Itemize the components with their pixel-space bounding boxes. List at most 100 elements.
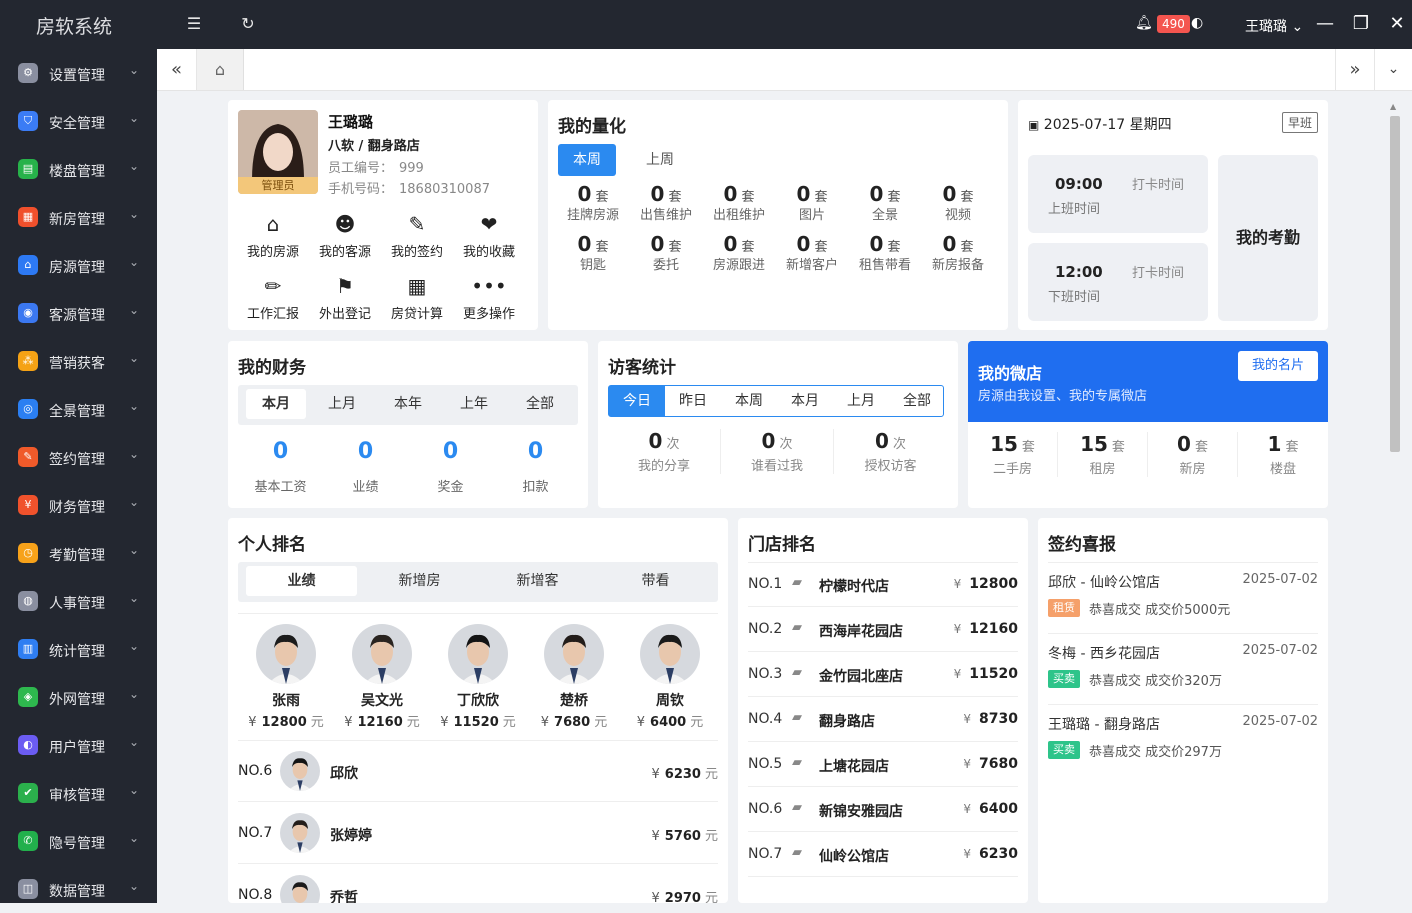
theme-icon[interactable]: ◐ bbox=[1191, 15, 1203, 31]
shop-stat[interactable]: 1 套楼盘 bbox=[1238, 432, 1328, 477]
quant-stat[interactable]: 0 套新增客户 bbox=[777, 232, 847, 273]
notify-badge[interactable]: 490 bbox=[1157, 15, 1190, 33]
sidebar-item[interactable]: ▦ 新房管理 ⌄ bbox=[0, 193, 157, 241]
my-favorites-button[interactable]: ❤ 我的收藏 bbox=[454, 212, 524, 260]
visitor-stat[interactable]: 0 次我的分享 bbox=[608, 429, 721, 474]
quant-stat[interactable]: 0 套房源跟进 bbox=[704, 232, 774, 273]
sidebar-item[interactable]: ◍ 人事管理 ⌄ bbox=[0, 577, 157, 625]
signing-item[interactable]: 邱欣 - 仙岭公馆店 2025-07-02 租赁 恭喜成交 成交价5000元 bbox=[1048, 562, 1318, 633]
quant-stat[interactable]: 0 套出售维护 bbox=[631, 182, 701, 223]
clock-in-box[interactable]: 09:00 上班时间 打卡时间 bbox=[1028, 155, 1208, 233]
my-contracts-button[interactable]: ✎ 我的签约 bbox=[382, 212, 452, 260]
sidebar-item[interactable]: ⌂ 房源管理 ⌄ bbox=[0, 241, 157, 289]
avatar[interactable] bbox=[640, 624, 700, 684]
sidebar-item[interactable]: ◈ 外网管理 ⌄ bbox=[0, 673, 157, 721]
my-attendance-button[interactable]: 我的考勤 bbox=[1218, 155, 1318, 321]
visitor-tab[interactable]: 本周 bbox=[721, 386, 777, 416]
quant-stat[interactable]: 0 套新房报备 bbox=[923, 232, 993, 273]
visitor-tab[interactable]: 今日 bbox=[609, 386, 665, 416]
work-report-button[interactable]: ✏ 工作汇报 bbox=[238, 274, 308, 322]
quant-stat[interactable]: 0 套挂牌房源 bbox=[558, 182, 628, 223]
shop-stat[interactable]: 15 套二手房 bbox=[968, 432, 1058, 477]
tab-this-week[interactable]: 本周 bbox=[558, 144, 616, 176]
tab-menu-chevron-icon[interactable]: ⌄ bbox=[1375, 49, 1412, 90]
finance-tab[interactable]: 上年 bbox=[444, 389, 504, 419]
finance-tab[interactable]: 本年 bbox=[378, 389, 438, 419]
clock-out-box[interactable]: 12:00 下班时间 打卡时间 bbox=[1028, 243, 1208, 321]
shop-stat[interactable]: 15 套租房 bbox=[1058, 432, 1148, 477]
my-listings-button[interactable]: ⌂ 我的房源 bbox=[238, 212, 308, 260]
sidebar-item[interactable]: ▥ 统计管理 ⌄ bbox=[0, 625, 157, 673]
scroll-right-icon[interactable]: » bbox=[1335, 49, 1375, 90]
quant-stat[interactable]: 0 套钥匙 bbox=[558, 232, 628, 273]
sidebar-item[interactable]: ✎ 签约管理 ⌄ bbox=[0, 433, 157, 481]
maximize-icon[interactable]: ❐ bbox=[1350, 13, 1372, 35]
visitor-tab[interactable]: 昨日 bbox=[665, 386, 721, 416]
store-row[interactable]: NO.1 ▰ 柠檬时代店 ¥12800 bbox=[748, 562, 1018, 607]
rank-tab[interactable]: 新增客 bbox=[482, 566, 593, 596]
signing-item[interactable]: 冬梅 - 西乡花园店 2025-07-02 买卖 恭喜成交 成交价320万 bbox=[1048, 633, 1318, 704]
scrollbar[interactable]: ▲ bbox=[1386, 100, 1404, 903]
rank-row[interactable]: NO.6 邱欣 ¥6230 元 bbox=[238, 740, 718, 802]
sidebar-item[interactable]: ⁂ 营销获客 ⌄ bbox=[0, 337, 157, 385]
sidebar-item[interactable]: ◫ 数据管理 ⌄ bbox=[0, 865, 157, 913]
rank-row[interactable]: NO.7 张婷婷 ¥5760 元 bbox=[238, 802, 718, 864]
store-row[interactable]: NO.4 ▰ 翻身路店 ¥8730 bbox=[748, 697, 1018, 742]
minimize-icon[interactable]: — bbox=[1314, 13, 1336, 35]
rank-tab[interactable]: 业绩 bbox=[246, 566, 357, 596]
finance-tab[interactable]: 全部 bbox=[510, 389, 570, 419]
visitor-tab[interactable]: 本月 bbox=[777, 386, 833, 416]
avatar[interactable] bbox=[256, 624, 316, 684]
finance-tab[interactable]: 上月 bbox=[312, 389, 372, 419]
rank-tab[interactable]: 带看 bbox=[600, 566, 711, 596]
sidebar-item[interactable]: ¥ 财务管理 ⌄ bbox=[0, 481, 157, 529]
store-row[interactable]: NO.6 ▰ 新锦安雅园店 ¥6400 bbox=[748, 787, 1018, 832]
sidebar-item[interactable]: ✆ 隐号管理 ⌄ bbox=[0, 817, 157, 865]
scroll-thumb[interactable] bbox=[1390, 116, 1400, 452]
sidebar-item[interactable]: ⛉ 安全管理 ⌄ bbox=[0, 97, 157, 145]
visitor-tab[interactable]: 上月 bbox=[833, 386, 889, 416]
sidebar-item[interactable]: ◎ 全景管理 ⌄ bbox=[0, 385, 157, 433]
refresh-icon[interactable]: ↻ bbox=[238, 14, 258, 34]
visitor-stat[interactable]: 0 次谁看过我 bbox=[721, 429, 834, 474]
outing-register-button[interactable]: ⚑ 外出登记 bbox=[310, 274, 380, 322]
visitor-stat[interactable]: 0 次授权访客 bbox=[834, 429, 947, 474]
sidebar-item[interactable]: ▤ 楼盘管理 ⌄ bbox=[0, 145, 157, 193]
quant-stat[interactable]: 0 套委托 bbox=[631, 232, 701, 273]
home-tab[interactable]: ⌂ bbox=[197, 49, 244, 90]
store-row[interactable]: NO.7 ▰ 仙岭公馆店 ¥6230 bbox=[748, 832, 1018, 877]
quant-stat[interactable]: 0 套租售带看 bbox=[850, 232, 920, 273]
quant-stat[interactable]: 0 套出租维护 bbox=[704, 182, 774, 223]
collapse-menu-icon[interactable]: ☰ bbox=[184, 14, 204, 34]
bell-icon[interactable]: 🔔︎ bbox=[1135, 15, 1153, 31]
quant-stat[interactable]: 0 套全景 bbox=[850, 182, 920, 223]
sidebar-item[interactable]: ◷ 考勤管理 ⌄ bbox=[0, 529, 157, 577]
rank-tab[interactable]: 新增房 bbox=[364, 566, 475, 596]
shop-stat[interactable]: 0 套新房 bbox=[1148, 432, 1238, 477]
sidebar-item[interactable]: ⚙ 设置管理 ⌄ bbox=[0, 49, 157, 97]
mortgage-calc-button[interactable]: ▦ 房贷计算 bbox=[382, 274, 452, 322]
sidebar-item[interactable]: ◉ 客源管理 ⌄ bbox=[0, 289, 157, 337]
quant-stat[interactable]: 0 套视频 bbox=[923, 182, 993, 223]
signing-item[interactable]: 王璐璐 - 翻身路店 2025-07-02 买卖 恭喜成交 成交价297万 bbox=[1048, 704, 1318, 775]
scroll-up-icon[interactable]: ▲ bbox=[1390, 102, 1396, 111]
my-card-button[interactable]: 我的名片 bbox=[1238, 351, 1318, 381]
more-actions-button[interactable]: ••• 更多操作 bbox=[454, 274, 524, 322]
store-row[interactable]: NO.3 ▰ 金竹园北座店 ¥11520 bbox=[748, 652, 1018, 697]
tab-last-week[interactable]: 上周 bbox=[628, 144, 692, 176]
store-row[interactable]: NO.2 ▰ 西海岸花园店 ¥12160 bbox=[748, 607, 1018, 652]
avatar[interactable] bbox=[448, 624, 508, 684]
user-menu[interactable]: 王璐璐 ⌄ bbox=[1245, 16, 1303, 36]
store-row[interactable]: NO.5 ▰ 上塘花园店 ¥7680 bbox=[748, 742, 1018, 787]
rank-row[interactable]: NO.8 乔哲 ¥2970 元 bbox=[238, 864, 718, 903]
visitor-tab[interactable]: 全部 bbox=[889, 386, 945, 416]
finance-tab[interactable]: 本月 bbox=[246, 389, 306, 419]
sidebar-item[interactable]: ✔ 审核管理 ⌄ bbox=[0, 769, 157, 817]
sidebar-item[interactable]: ◐ 用户管理 ⌄ bbox=[0, 721, 157, 769]
close-icon[interactable]: ✕ bbox=[1386, 13, 1408, 35]
quant-stat[interactable]: 0 套图片 bbox=[777, 182, 847, 223]
my-clients-button[interactable]: ☻ 我的客源 bbox=[310, 212, 380, 260]
scroll-left-icon[interactable]: « bbox=[157, 49, 197, 90]
avatar[interactable] bbox=[352, 624, 412, 684]
avatar[interactable] bbox=[544, 624, 604, 684]
